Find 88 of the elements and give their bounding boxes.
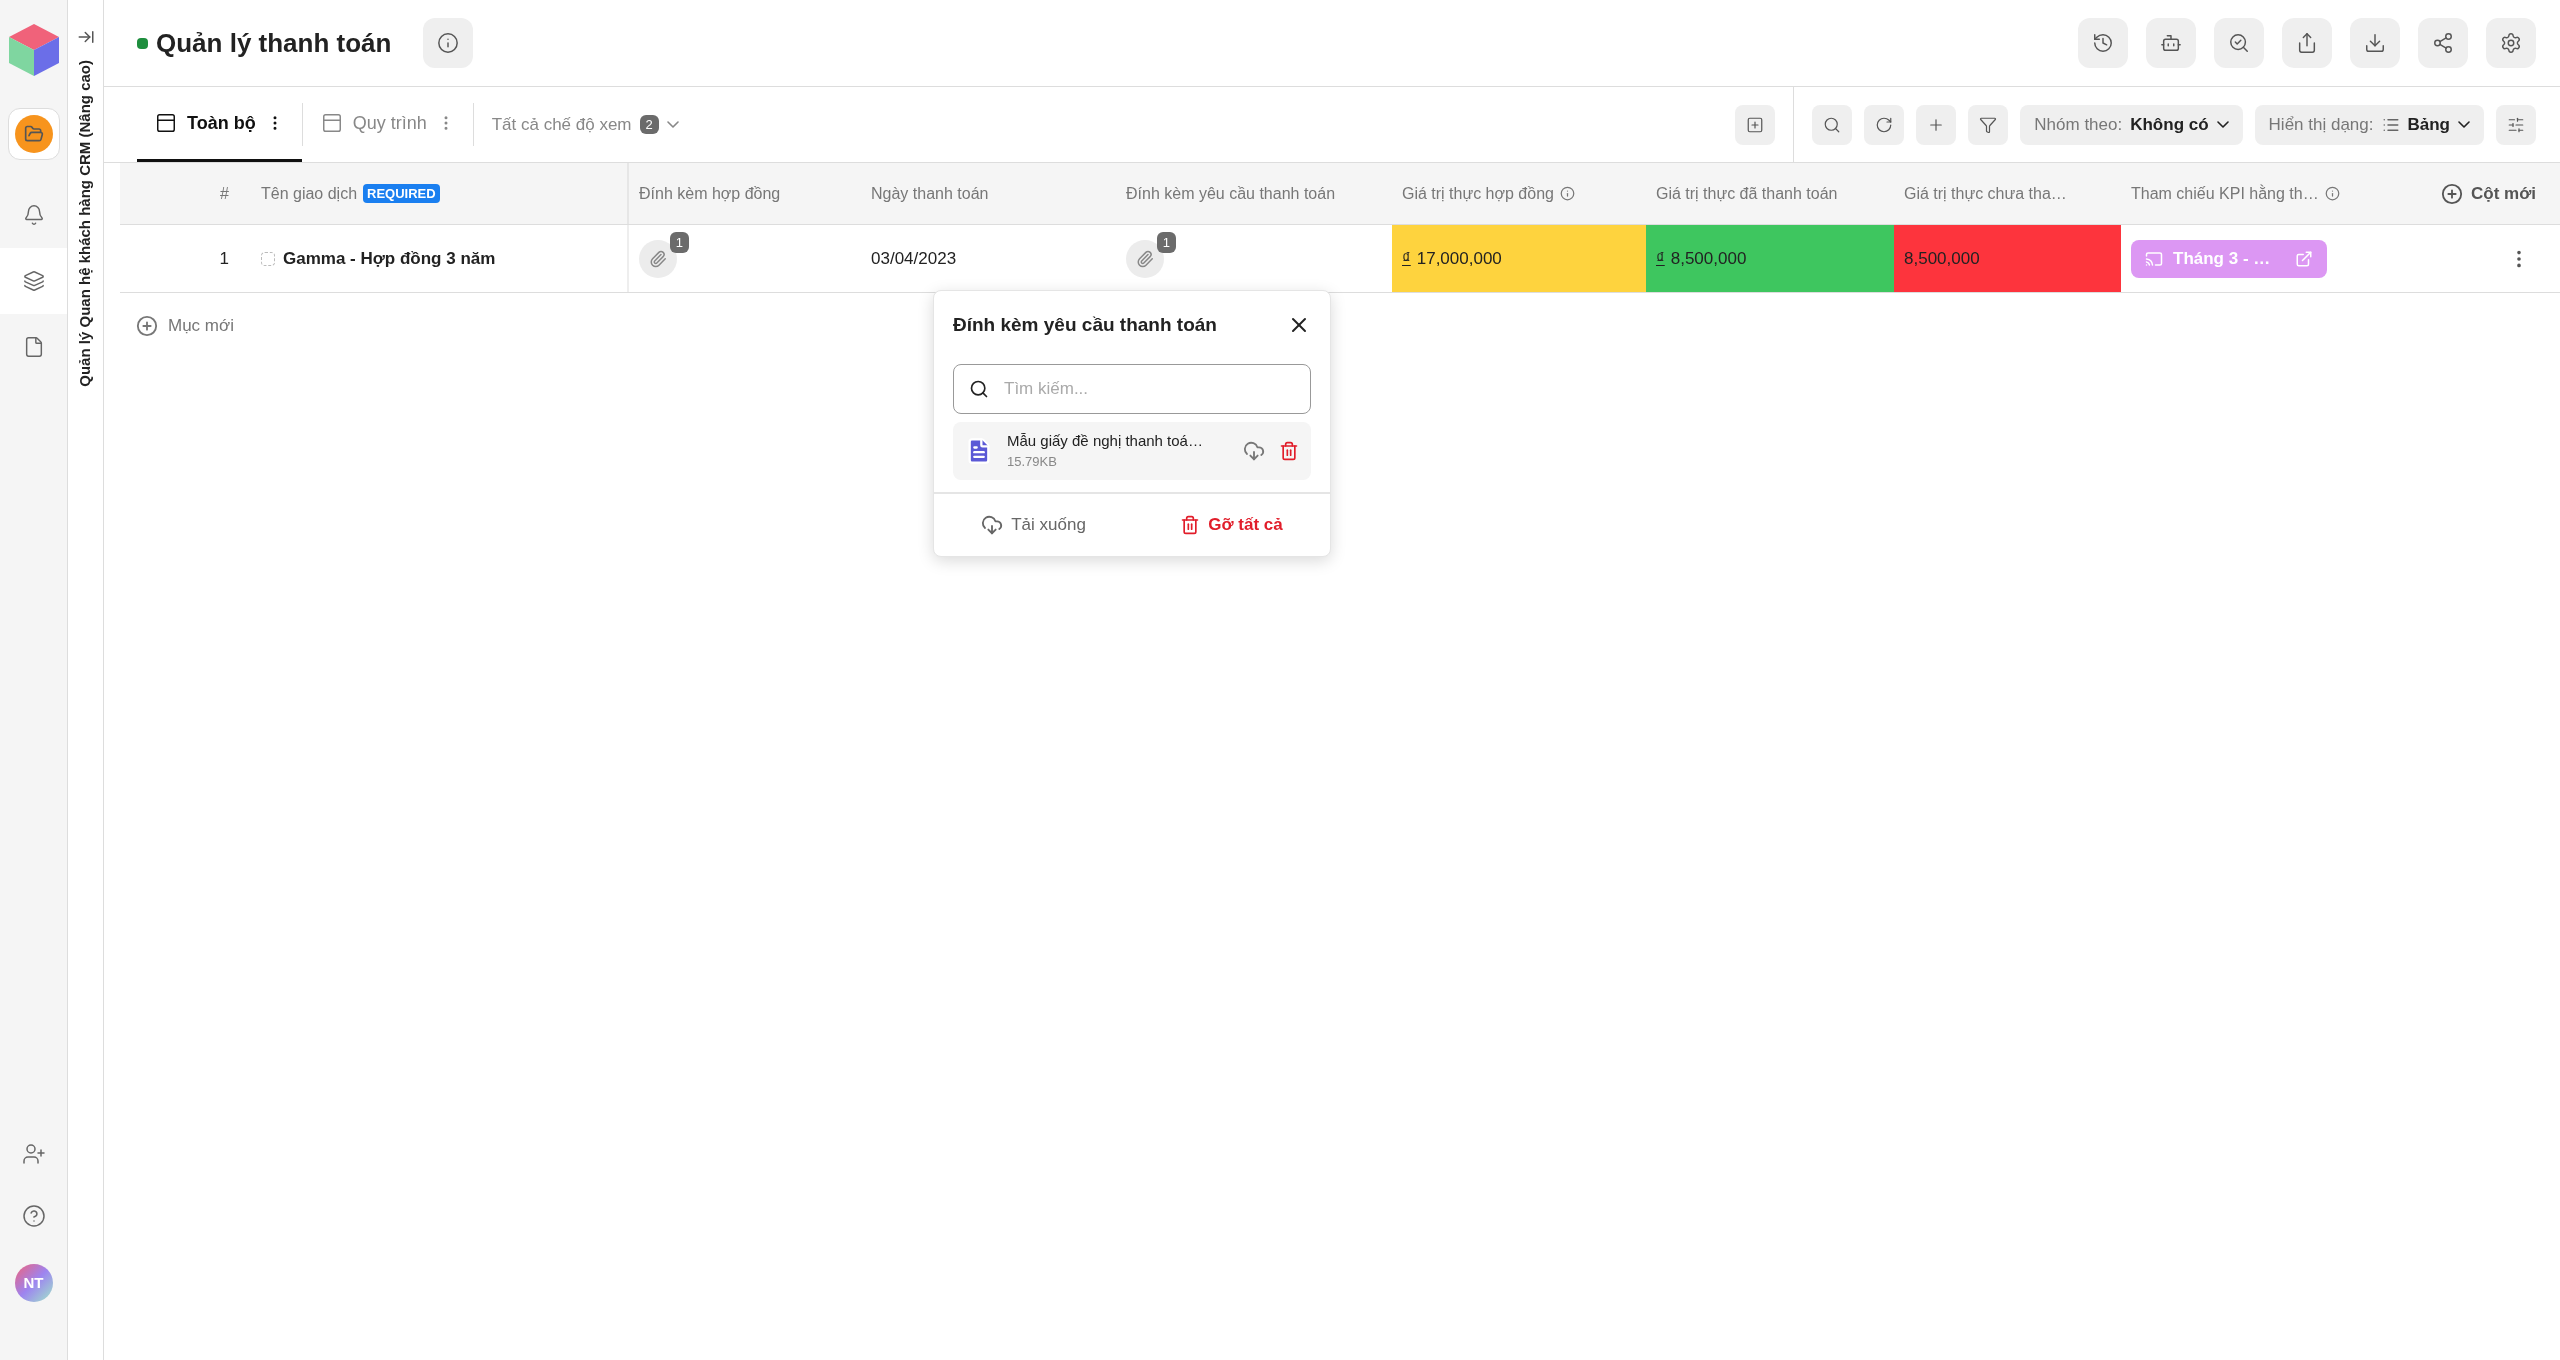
settings-icon [2500, 32, 2522, 54]
plus-circle-icon [136, 314, 158, 337]
settings-sliders-button[interactable] [2496, 104, 2536, 145]
value-cell: ₫ 17,000,000 [1392, 225, 1646, 292]
export-icon [2296, 32, 2318, 54]
settings-button[interactable] [2486, 18, 2536, 68]
trash-icon [1180, 514, 1201, 535]
column-header: Giá trị thực hợp đồng [1402, 183, 1554, 204]
attachment-button[interactable] [639, 239, 677, 278]
help-icon[interactable] [21, 1204, 46, 1228]
settings-sliders-icon [2507, 115, 2525, 134]
value-cell: ₫ 8,500,000 [1646, 225, 1894, 292]
column-header: Tên giao dịch [261, 183, 358, 204]
attachment-count: 1 [1156, 231, 1176, 253]
history-button[interactable] [2078, 18, 2128, 68]
chevron-down-icon [666, 121, 679, 128]
add-user-icon[interactable] [21, 1142, 46, 1166]
value-cell: 8,500,000 [1894, 225, 2121, 292]
bot-button[interactable] [2146, 18, 2196, 68]
bot-icon [2160, 32, 2182, 54]
table-view-icon [320, 112, 343, 134]
export-button[interactable] [2282, 18, 2332, 68]
layers-nav-item[interactable] [0, 248, 67, 314]
download-icon[interactable] [1243, 439, 1265, 462]
folder-glyph-icon [23, 124, 44, 144]
add-view-icon [1746, 115, 1765, 134]
layers-icon [22, 270, 45, 292]
column-header: # [220, 183, 229, 204]
app-card[interactable] [7, 108, 60, 160]
column-header: Đính kèm hợp đồng [639, 183, 781, 204]
column-header: Tham chiếu KPI hằng th… [2131, 183, 2319, 204]
filter-icon [1979, 115, 1998, 134]
filter-button[interactable] [1968, 104, 2009, 145]
display-dropdown[interactable]: Hiển thị dạng: Bảng [2254, 104, 2484, 145]
plus-circle-icon [2441, 182, 2463, 205]
column-header: Ngày thanh toán [871, 183, 989, 204]
history-icon [2092, 32, 2114, 54]
column-header: Giá trị thực chưa tha… [1904, 183, 2067, 204]
new-item-button[interactable]: Mục mới [136, 313, 234, 339]
column-header: Giá trị thực đã thanh toán [1656, 183, 1838, 204]
external-link-icon [2295, 249, 2313, 268]
add-view-button[interactable] [1735, 104, 1776, 145]
file-size: 15.79KB [1007, 453, 1058, 471]
view-tab[interactable]: Quy trình [302, 87, 473, 162]
views-dropdown[interactable]: Tất cả chế độ xem 2 [473, 87, 697, 162]
import-button[interactable] [2350, 18, 2400, 68]
page-title: Quản lý thanh toán [156, 26, 392, 60]
bell-icon [22, 204, 45, 226]
cloud-download-icon [981, 513, 1004, 536]
delete-icon[interactable] [1279, 440, 1299, 461]
paperclip-icon [1136, 249, 1154, 268]
search-icon [1823, 115, 1842, 134]
file-name: Mẫu giấy đề nghị thanh toá… [1007, 430, 1204, 451]
deal-name: Gamma - Hợp đồng 3 năm [283, 247, 496, 270]
search-check-button[interactable] [2214, 18, 2264, 68]
refresh-icon [1875, 115, 1894, 134]
refresh-button[interactable] [1864, 104, 1905, 145]
download-all-button[interactable]: Tải xuống [981, 511, 1086, 538]
search-field[interactable]: Tìm kiếm... [953, 363, 1311, 414]
share-icon [2432, 32, 2454, 54]
row-number: 1 [219, 247, 229, 270]
attachment-button[interactable] [1126, 239, 1164, 278]
collapse-icon[interactable] [76, 28, 95, 46]
date-text: 03/04/2023 [871, 247, 957, 270]
search-button[interactable] [1812, 104, 1853, 145]
info-button[interactable] [423, 18, 474, 68]
cube-logo [6, 22, 61, 78]
remove-all-button[interactable]: Gỡ tất cả [1180, 511, 1283, 538]
info-icon [437, 32, 460, 54]
file-row[interactable]: Mẫu giấy đề nghị thanh toá… 15.79KB [953, 421, 1311, 480]
cast-icon [2145, 249, 2163, 268]
column-header: Đính kèm yêu cầu thanh toán [1126, 183, 1336, 204]
search-check-icon [2228, 32, 2250, 54]
search-icon [969, 378, 989, 399]
checkbox[interactable] [261, 251, 275, 266]
new-column-button[interactable]: Cột mới [2441, 180, 2536, 207]
workspace-title: Quản lý Quan hệ khách hàng CRM (Nâng cao) [75, 60, 95, 387]
popup-title: Đính kèm yêu cầu thanh toán [953, 313, 1217, 337]
group-by-dropdown[interactable]: Nhóm theo: Không có [2020, 104, 2243, 145]
chevron-down-icon [2216, 121, 2229, 128]
share-button[interactable] [2418, 18, 2468, 68]
attachment-count: 1 [669, 231, 689, 253]
import-icon [2364, 32, 2386, 54]
required-tag: REQUIRED [363, 183, 440, 204]
paperclip-icon [649, 249, 667, 268]
chevron-down-icon [2458, 121, 2470, 128]
add-button[interactable] [1916, 104, 1957, 145]
table-view-icon [155, 112, 177, 134]
